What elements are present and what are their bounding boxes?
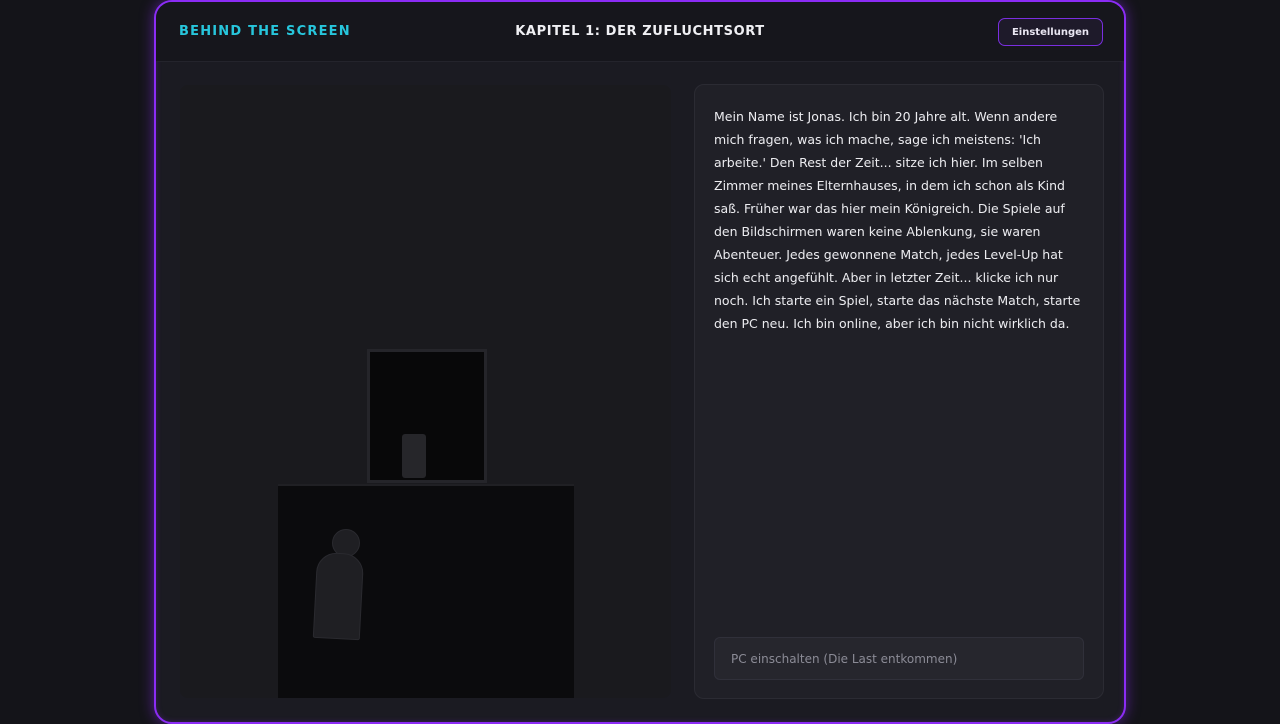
settings-button[interactable]: Einstellungen xyxy=(998,18,1103,46)
top-bar: BEHIND THE SCREEN KAPITEL 1: DER ZUFLUCH… xyxy=(156,2,1124,62)
story-panel: Mein Name ist Jonas. Ich bin 20 Jahre al… xyxy=(694,84,1104,699)
game-frame: BEHIND THE SCREEN KAPITEL 1: DER ZUFLUCH… xyxy=(154,0,1126,724)
scene-view xyxy=(180,85,671,698)
chapter-title: KAPITEL 1: DER ZUFLUCHTSORT xyxy=(515,24,765,39)
scene-window xyxy=(367,349,487,483)
story-text: Mein Name ist Jonas. Ich bin 20 Jahre al… xyxy=(714,109,1081,331)
character-body xyxy=(312,551,365,641)
choice-button-pc-einschalten[interactable]: PC einschalten (Die Last entkommen) xyxy=(714,637,1084,680)
scene-object xyxy=(402,434,426,478)
